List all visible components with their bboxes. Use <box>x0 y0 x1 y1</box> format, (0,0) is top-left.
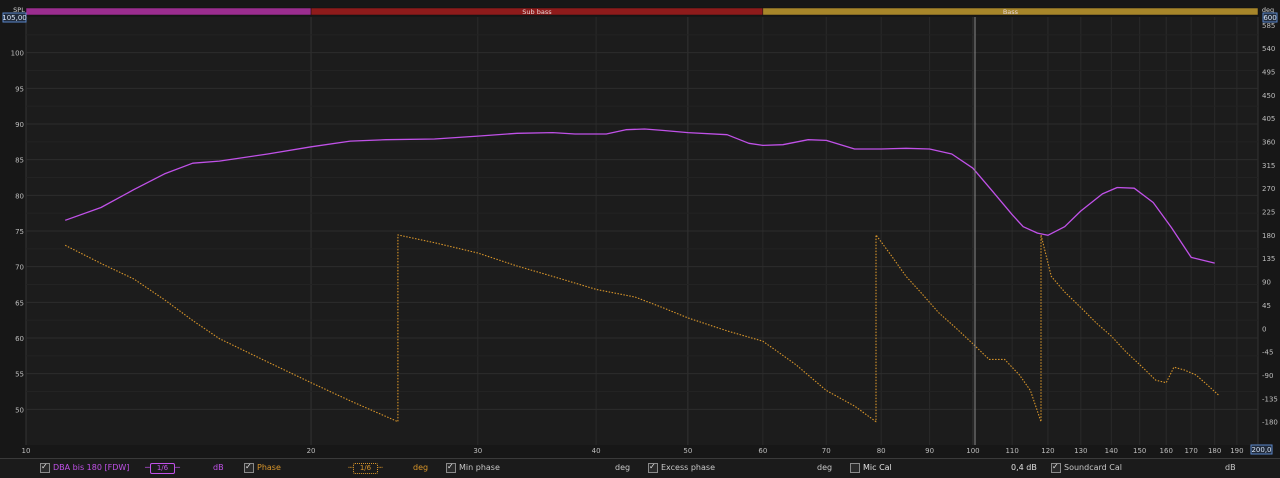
trace1-smoothing-button[interactable]: 1/6 <box>149 463 176 474</box>
excess-phase-unit: deg <box>817 463 833 472</box>
frequency-response-chart[interactable]: Sub bass Bass SPL10095908580757065605550 … <box>0 0 1280 458</box>
right-tick-label: -90 <box>1262 372 1273 380</box>
soundcard-cal-checkbox[interactable] <box>1051 461 1061 473</box>
min-phase-label: Min phase <box>459 463 500 472</box>
trace1-smoothing[interactable]: ─ 1/6 ─ <box>145 462 180 474</box>
x-tick-label: 150 <box>1133 447 1146 455</box>
trace1-name: DBA bis 180 [FDW] <box>53 463 130 472</box>
right-tick-label: 270 <box>1262 185 1275 193</box>
x-tick-label: 90 <box>925 447 934 455</box>
min-phase-unit: deg <box>615 463 631 472</box>
trace2-smoothing[interactable]: ┄ 1/6 ┄ <box>348 462 383 474</box>
x-tick-label: 190 <box>1230 447 1243 455</box>
legend-trace2[interactable]: Phase <box>244 461 281 474</box>
excess-phase-checkbox[interactable] <box>648 461 658 473</box>
right-tick-label: 450 <box>1262 92 1275 100</box>
soundcard-cal-unit: dB <box>1225 463 1236 472</box>
legend-trace1[interactable]: DBA bis 180 [FDW] <box>40 461 130 474</box>
right-tick-label: -180 <box>1262 419 1278 427</box>
x-tick-label: 180 <box>1208 447 1221 455</box>
left-tick-label: 90 <box>15 121 24 129</box>
x-tick-label: 10 <box>22 447 31 455</box>
left-tick-label: 80 <box>15 192 24 200</box>
x-tick-label: 140 <box>1105 447 1118 455</box>
x-tick-label: 60 <box>758 447 767 455</box>
right-tick-label: 495 <box>1262 68 1275 76</box>
trace1-checkbox[interactable] <box>40 461 50 473</box>
right-tick-label: 180 <box>1262 232 1275 240</box>
x-tick-label: 100 <box>966 447 979 455</box>
left-tick-label: 60 <box>15 335 24 343</box>
trace2-unit: deg <box>413 463 429 472</box>
x-tick-label: 50 <box>683 447 692 455</box>
band-segment <box>25 7 312 16</box>
right-tick-label: 90 <box>1262 279 1271 287</box>
left-tick-label: 85 <box>15 157 24 165</box>
legend-soundcard-cal[interactable]: Soundcard Cal <box>1051 461 1122 474</box>
frequency-band-bar: Sub bass Bass <box>25 7 1259 16</box>
right-tick-label: 360 <box>1262 139 1275 147</box>
mic-cal-checkbox[interactable] <box>850 462 860 473</box>
x-tick-label: 70 <box>822 447 831 455</box>
right-tick-label: 45 <box>1262 302 1271 310</box>
right-tick-label: 0 <box>1262 325 1266 333</box>
left-tick-label: 70 <box>15 264 24 272</box>
legend-bar: DBA bis 180 [FDW] ─1/6─ dB Phase ┄1/6┄ d… <box>0 458 1280 478</box>
legend-min-phase[interactable]: Min phase <box>446 461 500 474</box>
right-tick-label: 405 <box>1262 115 1275 123</box>
left-tick-label: 65 <box>15 299 24 307</box>
right-top-value: 600 <box>1263 14 1276 22</box>
trace1-unit: dB <box>213 463 224 472</box>
band-label: Sub bass <box>522 8 552 16</box>
x-tick-label: 120 <box>1041 447 1054 455</box>
left-tick-label: 100 <box>11 50 24 58</box>
x-tick-label: 40 <box>592 447 601 455</box>
x-tick-label: 20 <box>307 447 316 455</box>
x-tick-label: 130 <box>1074 447 1087 455</box>
right-tick-label: -135 <box>1262 395 1278 403</box>
mic-cal-value: 0,4 dB <box>1011 463 1037 472</box>
x-end-value: 200,0 <box>1251 446 1271 454</box>
x-tick-label: 80 <box>877 447 886 455</box>
band-label: Bass <box>1003 8 1019 16</box>
right-tick-label: 585 <box>1262 22 1275 30</box>
right-tick-label: 315 <box>1262 162 1275 170</box>
x-tick-label: 170 <box>1184 447 1197 455</box>
x-tick-label: 160 <box>1160 447 1173 455</box>
right-tick-label: 540 <box>1262 45 1275 53</box>
trace2-smoothing-button[interactable]: 1/6 <box>352 463 379 474</box>
right-tick-label: 225 <box>1262 209 1275 217</box>
left-top-value: 105,00 <box>2 14 27 22</box>
min-phase-checkbox[interactable] <box>446 461 456 473</box>
trace2-name: Phase <box>257 463 281 472</box>
left-tick-label: 95 <box>15 85 24 93</box>
left-tick-label: 55 <box>15 371 24 379</box>
x-tick-label: 110 <box>1005 447 1018 455</box>
left-tick-label: 50 <box>15 406 24 414</box>
mic-cal-label: Mic Cal <box>863 463 892 472</box>
legend-mic-cal[interactable]: Mic Cal <box>850 462 892 474</box>
excess-phase-label: Excess phase <box>661 463 715 472</box>
trace2-checkbox[interactable] <box>244 461 254 473</box>
right-tick-label: -45 <box>1262 349 1273 357</box>
left-tick-label: 75 <box>15 228 24 236</box>
legend-excess-phase[interactable]: Excess phase <box>648 461 715 474</box>
soundcard-cal-label: Soundcard Cal <box>1064 463 1122 472</box>
right-tick-label: 135 <box>1262 255 1275 263</box>
x-tick-label: 30 <box>473 447 482 455</box>
